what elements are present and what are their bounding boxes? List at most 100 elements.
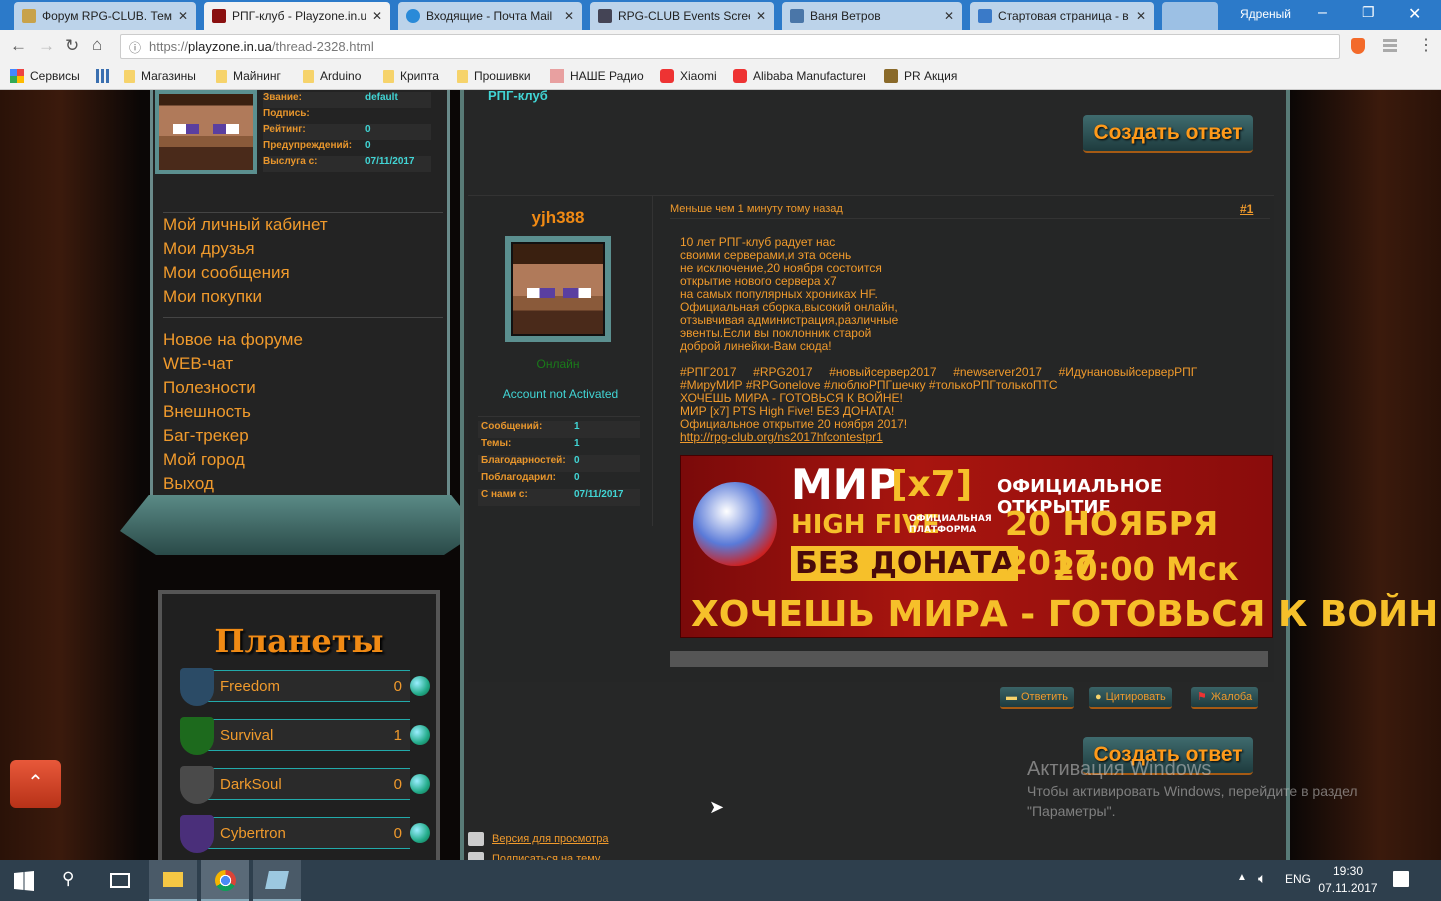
close-tab-icon[interactable]: ✕ <box>372 9 382 23</box>
bookmark-shops[interactable]: Магазины <box>124 69 196 83</box>
folder-icon <box>457 69 468 83</box>
grid-icon <box>96 69 110 83</box>
menu-purchases[interactable]: Мои покупки <box>163 285 443 309</box>
taskbar: ⚲ ▲ 🔈︎ ENG 19:30 07.11.2017 <box>0 860 1441 901</box>
tab-forum-rpg-club[interactable]: Форум RPG-CLUB. Тема ✕ <box>14 2 196 30</box>
search-icon[interactable]: ⚲ <box>62 869 74 889</box>
profile-name[interactable]: Ядреный <box>1240 7 1291 21</box>
bookmark-alibaba[interactable]: Alibaba Manufacturer <box>733 69 865 83</box>
reload-icon[interactable]: ↻ <box>65 36 79 56</box>
favicon-icon <box>598 9 612 23</box>
bookmark-mining[interactable]: Майнинг <box>216 69 281 83</box>
bookmark-grid[interactable] <box>96 69 110 83</box>
close-tab-icon[interactable]: ✕ <box>944 9 954 23</box>
planet-cybertron[interactable]: Cybertron 0 <box>180 815 430 853</box>
explorer-taskbar-button[interactable] <box>149 860 197 901</box>
quote-button[interactable]: ● Цитировать <box>1089 687 1172 709</box>
tray-arrow-icon[interactable]: ▲ <box>1237 872 1247 883</box>
globe-icon[interactable] <box>410 774 430 794</box>
brave-icon[interactable] <box>1351 38 1365 54</box>
print-version-link[interactable]: Версия для просмотра <box>468 832 608 846</box>
post-number-link[interactable]: #1 <box>1240 202 1253 216</box>
menu-useful[interactable]: Полезности <box>163 376 443 400</box>
bookmark-xiaomi[interactable]: Xiaomi <box>660 69 717 83</box>
darksoul-shield-icon <box>180 766 214 804</box>
bookmark-firmware[interactable]: Прошивки <box>457 69 531 83</box>
clock[interactable]: 19:30 07.11.2017 <box>1318 863 1378 897</box>
close-tab-icon[interactable]: ✕ <box>178 9 188 23</box>
menu-logout[interactable]: Выход <box>163 472 443 496</box>
close-tab-icon[interactable]: ✕ <box>756 9 766 23</box>
windows-activation-watermark: Активация Windows Чтобы активировать Win… <box>1027 758 1358 819</box>
maximize-icon[interactable]: ❐ <box>1362 4 1375 21</box>
menu-webchat[interactable]: WEB-чат <box>163 352 443 376</box>
forward-icon[interactable]: → <box>38 36 55 56</box>
windows-start-icon[interactable] <box>14 871 34 891</box>
cybertron-shield-icon <box>180 815 214 853</box>
grid-icon <box>978 9 992 23</box>
menu-messages[interactable]: Мои сообщения <box>163 261 443 285</box>
menu-city[interactable]: Мой город <box>163 448 443 472</box>
printer-icon <box>468 832 484 846</box>
menu-new[interactable]: Новое на форуме <box>163 328 443 352</box>
menu-cabinet[interactable]: Мой личный кабинет <box>163 213 443 237</box>
tab-playzone[interactable]: РПГ-клуб - Playzone.in.u ✕ <box>204 2 390 30</box>
signature-bar <box>670 651 1268 667</box>
minimize-icon[interactable]: – <box>1318 4 1327 22</box>
globe-icon[interactable] <box>410 676 430 696</box>
create-reply-button[interactable]: Создать ответ <box>1083 115 1253 153</box>
close-tab-icon[interactable]: ✕ <box>1136 9 1146 23</box>
address-bar[interactable]: ⓘ https://playzone.in.ua/thread-2328.htm… <box>120 34 1340 59</box>
notifications-icon[interactable] <box>1393 871 1409 887</box>
author-stats: Сообщений: 1 Темы: 1 Благодарностей: 0 Побл… <box>478 416 640 506</box>
promo-banner[interactable]: МИР [x7] HIGH FIVE ОФИЦИАЛЬНАЯ ПЛАТФОРМА… <box>680 455 1441 638</box>
bookmark-crypto[interactable]: Крипта <box>383 69 439 83</box>
post-body: 10 лет РПГ-клуб радует нас своими сервера… <box>680 235 1198 444</box>
planet-darksoul[interactable]: DarkSoul 0 <box>180 766 430 804</box>
planet-freedom[interactable]: Freedom 0 <box>180 668 430 706</box>
menu-appearance[interactable]: Внешность <box>163 400 443 424</box>
app-taskbar-button[interactable] <box>253 860 301 901</box>
close-tab-icon[interactable]: ✕ <box>564 9 574 23</box>
reply-button[interactable]: ▬ Ответить <box>1000 687 1075 709</box>
language-indicator[interactable]: ENG <box>1285 872 1311 886</box>
tab-vk[interactable]: Ваня Ветров ✕ <box>782 2 962 30</box>
app-icon <box>265 871 289 889</box>
close-window-icon[interactable]: ✕ <box>1408 4 1421 24</box>
task-view-icon[interactable] <box>110 873 130 888</box>
bookmark-services[interactable]: Сервисы <box>10 69 80 83</box>
globe-icon[interactable] <box>410 823 430 843</box>
menu-icon[interactable]: ⋮ <box>1418 35 1434 55</box>
chrome-taskbar-button[interactable] <box>201 860 249 901</box>
author-name[interactable]: yjh388 <box>468 208 648 228</box>
planet-survival[interactable]: Survival 1 <box>180 717 430 755</box>
report-button[interactable]: ⚑ Жалоба <box>1191 687 1259 709</box>
freedom-shield-icon <box>180 668 214 706</box>
new-tab-button[interactable] <box>1162 2 1218 30</box>
globe-icon[interactable] <box>410 725 430 745</box>
tab-mail[interactable]: Входящие - Почта Mail ✕ <box>398 2 582 30</box>
menu-bugtracker[interactable]: Баг-трекер <box>163 424 443 448</box>
scroll-top-button[interactable]: ⌃ <box>10 760 61 808</box>
back-icon[interactable]: ← <box>10 36 27 56</box>
post-link[interactable]: http://rpg-club.org/ns2017hfcontestpr1 <box>680 430 883 444</box>
info-icon: ⓘ <box>129 41 142 55</box>
tab-start[interactable]: Стартовая страница - в ✕ <box>970 2 1154 30</box>
planets-title: Планеты <box>214 622 384 660</box>
bookmark-arduino[interactable]: Arduino <box>303 69 361 83</box>
account-status: Account not Activated <box>502 387 619 401</box>
forum-title[interactable]: РПГ-клуб <box>488 88 548 103</box>
tab-strip: Форум RPG-CLUB. Тема ✕ РПГ-клуб - Playzon… <box>0 0 1441 30</box>
menu-friends[interactable]: Мои друзья <box>163 237 443 261</box>
extension-icon[interactable] <box>1383 39 1397 53</box>
bookmark-pr[interactable]: PR Акция <box>884 69 957 83</box>
eagle-emblem-icon <box>693 482 777 566</box>
favicon-icon <box>212 9 226 23</box>
folder-icon <box>163 872 183 887</box>
bookmark-radio[interactable]: НАШЕ Радио <box>550 69 644 83</box>
quote-bubble-icon: ● <box>1095 691 1102 703</box>
mouse-cursor-icon: ➤ <box>709 797 725 817</box>
volume-icon[interactable]: 🔈︎ <box>1258 870 1266 887</box>
tab-events[interactable]: RPG-CLUB Events Screen ✕ <box>590 2 774 30</box>
home-icon[interactable]: ⌂ <box>92 35 102 55</box>
